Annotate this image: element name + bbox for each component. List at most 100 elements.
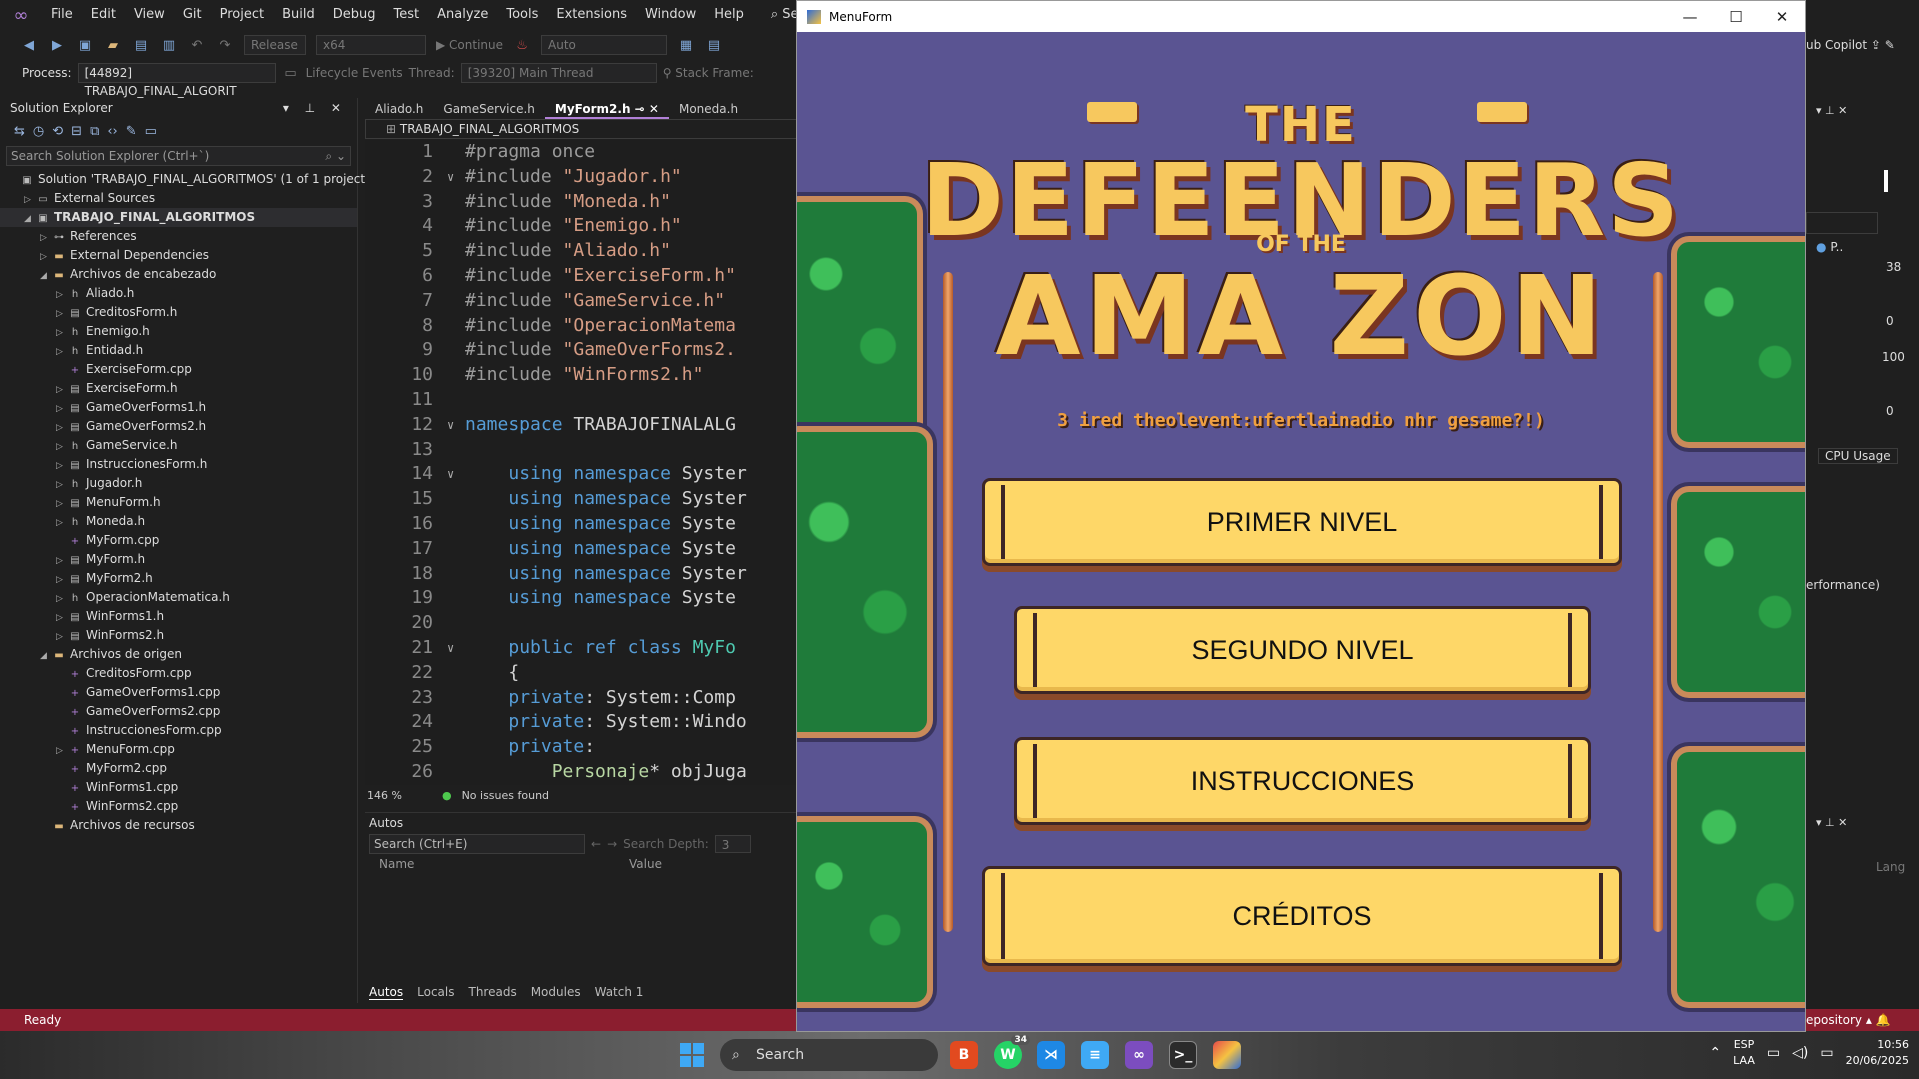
menu-analyze[interactable]: Analyze [428, 0, 497, 30]
search-depth-select[interactable]: 3 [714, 835, 751, 853]
layout-icon[interactable]: ▤ [705, 36, 723, 54]
menu-test[interactable]: Test [385, 0, 429, 30]
code-line[interactable]: 1 #pragma once [365, 140, 800, 165]
tree-item[interactable]: ▷ ▭ External Sources [0, 189, 357, 208]
tree-item[interactable]: ▷ ▤ MyForm.h [0, 550, 357, 569]
panel-controls-right-2[interactable]: ▾ ⊥ ✕ [1816, 816, 1847, 829]
tree-item[interactable]: + MyForm2.cpp [0, 759, 357, 778]
code-line[interactable]: 16 using namespace Syste [365, 512, 800, 537]
taskbar-search[interactable]: ⌕ Search [720, 1039, 938, 1071]
code-line[interactable]: 7 #include "GameService.h" [365, 289, 800, 314]
tree-item[interactable]: ◢ ▬ Archivos de origen [0, 645, 357, 664]
menu-debug[interactable]: Debug [324, 0, 385, 30]
tree-item[interactable]: ▷ ▤ WinForms1.h [0, 607, 357, 626]
tree-item[interactable]: ▷ h Enemigo.h [0, 322, 357, 341]
tab-aliado-h[interactable]: Aliado.h [365, 99, 433, 119]
tab-gameservice-h[interactable]: GameService.h [433, 99, 545, 119]
code-line[interactable]: 6 #include "ExerciseForm.h" [365, 264, 800, 289]
tree-item[interactable]: ▷ + MenuForm.cpp [0, 740, 357, 759]
code-icon[interactable]: ‹› [107, 124, 117, 139]
tree-item[interactable]: ▷ ▬ External Dependencies [0, 246, 357, 265]
save-all-icon[interactable]: ▥ [160, 36, 178, 54]
notepad-icon[interactable]: ≡ [1081, 1041, 1109, 1069]
menuform-app-icon[interactable] [1213, 1041, 1241, 1069]
redo-icon[interactable]: ↷ [216, 36, 234, 54]
code-line[interactable]: 12 ∨ namespace TRABAJOFINALALG [365, 413, 800, 438]
language-indicator[interactable]: ESP LAA [1733, 1037, 1755, 1069]
menuform-titlebar[interactable]: MenuForm — ☐ ✕ [797, 1, 1805, 32]
forward-icon[interactable]: ▶ [48, 36, 66, 54]
debug-tab-watch-1[interactable]: Watch 1 [595, 985, 644, 1000]
menu-project[interactable]: Project [211, 0, 273, 30]
col-value[interactable]: Value [629, 855, 662, 873]
code-line[interactable]: 15 using namespace Syster [365, 487, 800, 512]
clock[interactable]: 10:56 20/06/2025 [1846, 1037, 1909, 1069]
tree-item[interactable]: + WinForms2.cpp [0, 797, 357, 816]
tree-item[interactable]: + MyForm.cpp [0, 531, 357, 550]
tree-item[interactable]: + WinForms1.cpp [0, 778, 357, 797]
tree-item[interactable]: ▷ h Jugador.h [0, 474, 357, 493]
collapse-icon[interactable]: ⊟ [71, 124, 82, 139]
tree-item[interactable]: ▷ ⊶ References [0, 227, 357, 246]
tree-item[interactable]: ▷ ▤ WinForms2.h [0, 626, 357, 645]
code-line[interactable]: 26 Personaje* objJuga [365, 760, 800, 785]
tree-item[interactable]: ▷ ▤ MyForm2.h [0, 569, 357, 588]
segundo-nivel-button[interactable]: SEGUNDO NIVEL [1014, 606, 1591, 694]
notification-icon[interactable]: 🔔 [1876, 1013, 1891, 1027]
copilot-label[interactable]: ub Copilot ⇪ ✎ [1806, 38, 1895, 52]
diag-field[interactable] [1806, 212, 1878, 234]
debug-tab-autos[interactable]: Autos [369, 985, 404, 1000]
auto-select[interactable]: Auto [541, 35, 668, 55]
tree-item[interactable]: ▷ ▤ CreditosForm.h [0, 303, 357, 322]
code-line[interactable]: 2 ∨ #include "Jugador.h" [365, 165, 800, 190]
whatsapp-icon[interactable]: W 34 [994, 1035, 1030, 1069]
debug-tab-locals[interactable]: Locals [417, 985, 454, 1000]
tree-item[interactable]: ▷ ▤ ExerciseForm.h [0, 379, 357, 398]
continue-button[interactable]: ▶ Continue [436, 38, 503, 52]
forward-arrow-icon[interactable]: → [607, 837, 617, 851]
fold-toggle-icon[interactable]: ∨ [447, 462, 465, 487]
menu-build[interactable]: Build [273, 0, 324, 30]
code-line[interactable]: 21 ∨ public ref class MyFo [365, 636, 800, 661]
tree-item[interactable]: ▷ h Entidad.h [0, 341, 357, 360]
preview-icon[interactable]: ▭ [145, 124, 157, 139]
visual-studio-icon[interactable]: ∞ [1125, 1041, 1153, 1069]
panel-controls[interactable]: ▾ ⊥ ✕ [283, 101, 347, 115]
terminal-icon[interactable]: >_ [1169, 1041, 1197, 1069]
thread-select[interactable]: [39320] Main Thread [460, 63, 657, 83]
tab-cpu-usage[interactable]: CPU Usage [1818, 448, 1898, 464]
network-icon[interactable]: ▭ [1767, 1045, 1780, 1061]
debug-tab-threads[interactable]: Threads [468, 985, 516, 1000]
tray-chevron-icon[interactable]: ⌃ [1709, 1045, 1721, 1061]
instrucciones-button[interactable]: INSTRUCCIONES [1014, 737, 1591, 825]
configuration-select[interactable]: Release [244, 35, 306, 55]
tree-item[interactable]: ▷ ▤ GameOverForms2.h [0, 417, 357, 436]
code-line[interactable]: 19 using namespace Syste [365, 586, 800, 611]
tree-item[interactable]: ◢ ▬ Archivos de encabezado [0, 265, 357, 284]
lifecycle-events[interactable]: Lifecycle Events [306, 66, 403, 80]
open-folder-icon[interactable]: ▰ [104, 36, 122, 54]
code-line[interactable]: 17 using namespace Syste [365, 537, 800, 562]
code-line[interactable]: 20 [365, 611, 800, 636]
sync-icon[interactable]: ⇆ [14, 124, 25, 139]
tree-item[interactable]: ▷ ▤ GameOverForms1.h [0, 398, 357, 417]
menu-edit[interactable]: Edit [82, 0, 125, 30]
tree-item[interactable]: ▷ ▤ InstruccionesForm.h [0, 455, 357, 474]
close-button[interactable]: ✕ [1759, 1, 1805, 32]
menu-view[interactable]: View [125, 0, 174, 30]
volume-icon[interactable]: ◁) [1792, 1045, 1808, 1061]
code-line[interactable]: 5 #include "Aliado.h" [365, 239, 800, 264]
tree-item[interactable]: + CreditosForm.cpp [0, 664, 357, 683]
solution-explorer-search[interactable]: Search Solution Explorer (Ctrl+`) ⌕ ⌄ [6, 146, 351, 166]
code-line[interactable]: 24 private: System::Windo [365, 710, 800, 735]
brave-browser-icon[interactable]: B [950, 1041, 978, 1069]
code-line[interactable]: 13 [365, 438, 800, 463]
repository-button[interactable]: epository ▴ 🔔 [1806, 1009, 1891, 1031]
fold-toggle-icon[interactable]: ∨ [447, 165, 465, 190]
menu-help[interactable]: Help [705, 0, 753, 30]
menu-extensions[interactable]: Extensions [547, 0, 636, 30]
windows-start-icon[interactable] [680, 1043, 704, 1067]
tree-item[interactable]: ▷ h GameService.h [0, 436, 357, 455]
primer-nivel-button[interactable]: PRIMER NIVEL [982, 478, 1622, 566]
menu-file[interactable]: File [42, 0, 82, 30]
